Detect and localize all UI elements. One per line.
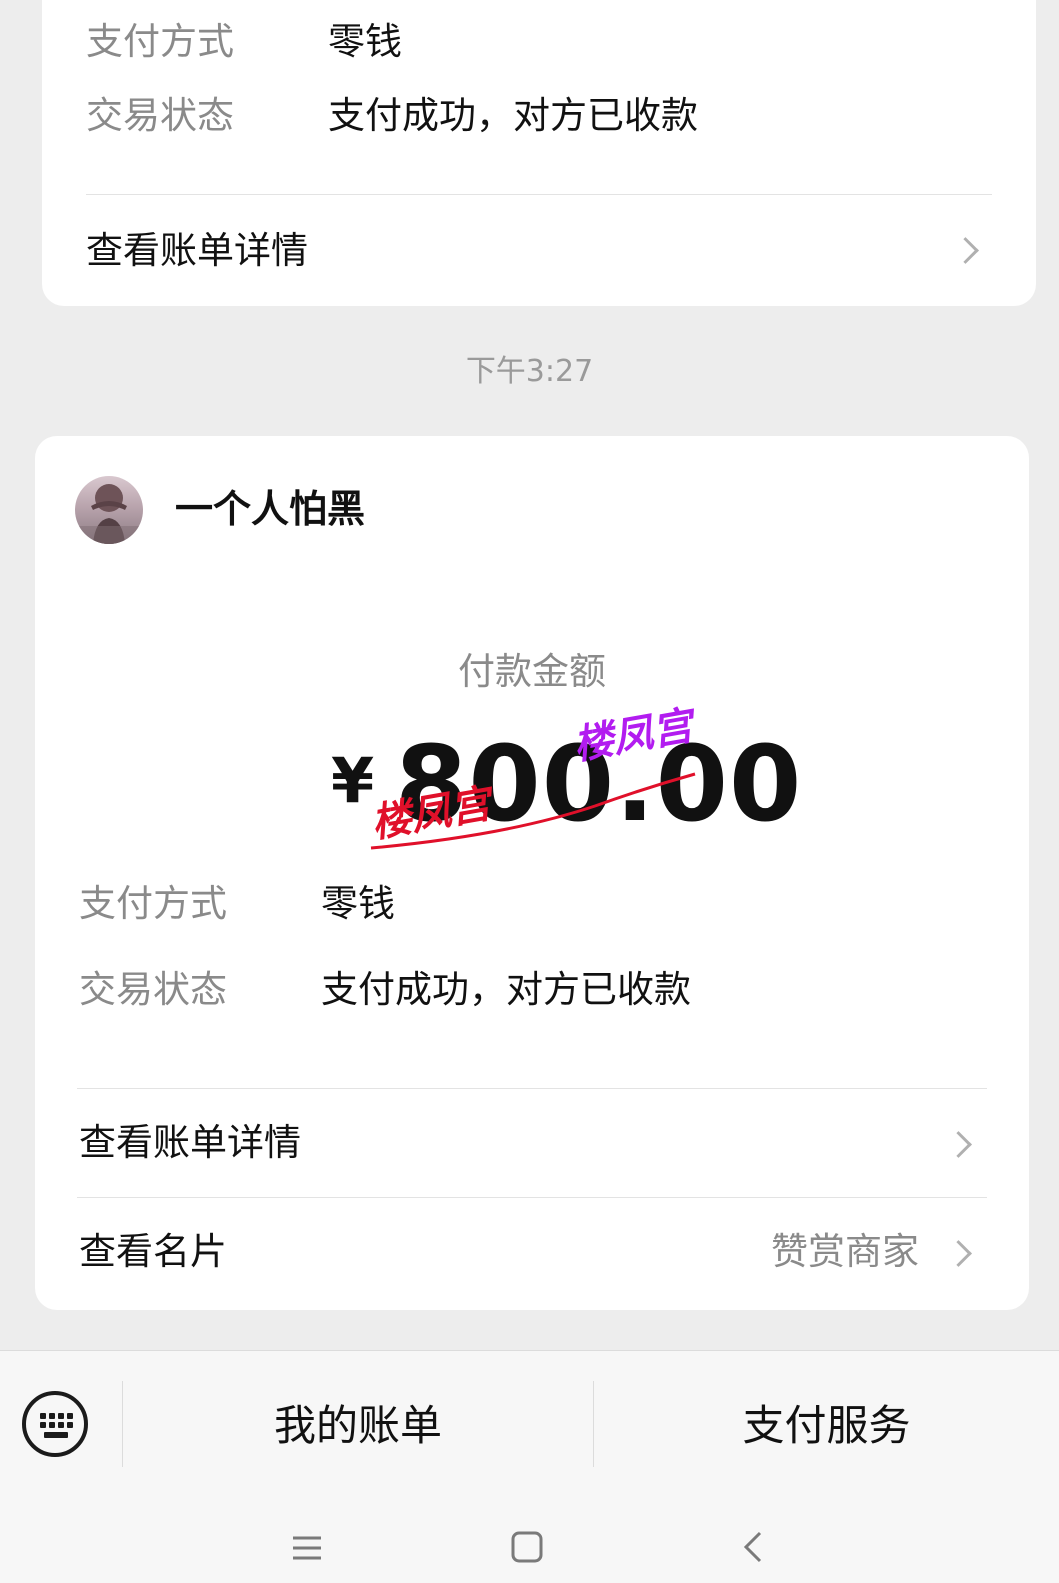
chevron-right-icon <box>945 1240 972 1267</box>
view-bill-details-label: 查看账单详情 <box>86 229 308 272</box>
bottom-menu-bar: 我的账单 支付服务 <box>0 1350 1059 1501</box>
system-navigation-bar <box>0 1500 1059 1583</box>
payment-services-button[interactable]: 支付服务 <box>594 1351 1059 1501</box>
view-bill-details-row[interactable]: 查看账单详情 <box>35 1089 1029 1197</box>
view-bill-details-label: 查看账单详情 <box>79 1121 301 1164</box>
payment-card: 一个人怕黑 付款金额 ¥ 800.00 楼凤宫 楼凤宫 支付方式 零钱 交易状态… <box>35 436 1029 1310</box>
transaction-status-label: 交易状态 <box>86 94 234 137</box>
view-business-card-label: 查看名片 <box>79 1230 227 1273</box>
chevron-right-icon <box>945 1131 972 1158</box>
reward-merchant-label[interactable]: 赞赏商家 <box>771 1230 919 1274</box>
transaction-status-value: 支付成功，对方已收款 <box>321 968 691 1011</box>
payer-name: 一个人怕黑 <box>175 487 366 531</box>
previous-payment-card: 支付方式 零钱 交易状态 支付成功，对方已收款 查看账单详情 <box>42 0 1036 306</box>
payment-method-value: 零钱 <box>321 882 395 925</box>
transaction-status-value: 支付成功，对方已收款 <box>328 94 698 137</box>
amount-label: 付款金额 <box>458 650 606 693</box>
menu-lines-icon[interactable] <box>290 1530 324 1564</box>
chevron-right-icon <box>952 237 979 264</box>
transaction-status-label: 交易状态 <box>79 968 227 1011</box>
payment-method-value: 零钱 <box>328 20 402 63</box>
message-timestamp: 下午3:27 <box>465 354 594 389</box>
back-chevron-icon[interactable] <box>738 1530 768 1564</box>
payment-method-label: 支付方式 <box>86 20 234 63</box>
square-home-icon[interactable] <box>510 1530 544 1564</box>
view-business-card-row[interactable]: 查看名片 赞赏商家 <box>35 1198 1029 1308</box>
payment-method-label: 支付方式 <box>79 882 227 925</box>
keyboard-icon[interactable] <box>22 1391 88 1457</box>
my-bills-button[interactable]: 我的账单 <box>123 1351 593 1501</box>
avatar[interactable] <box>75 476 143 544</box>
avatar-image <box>75 484 143 544</box>
view-bill-details-row[interactable]: 查看账单详情 <box>42 195 1036 303</box>
